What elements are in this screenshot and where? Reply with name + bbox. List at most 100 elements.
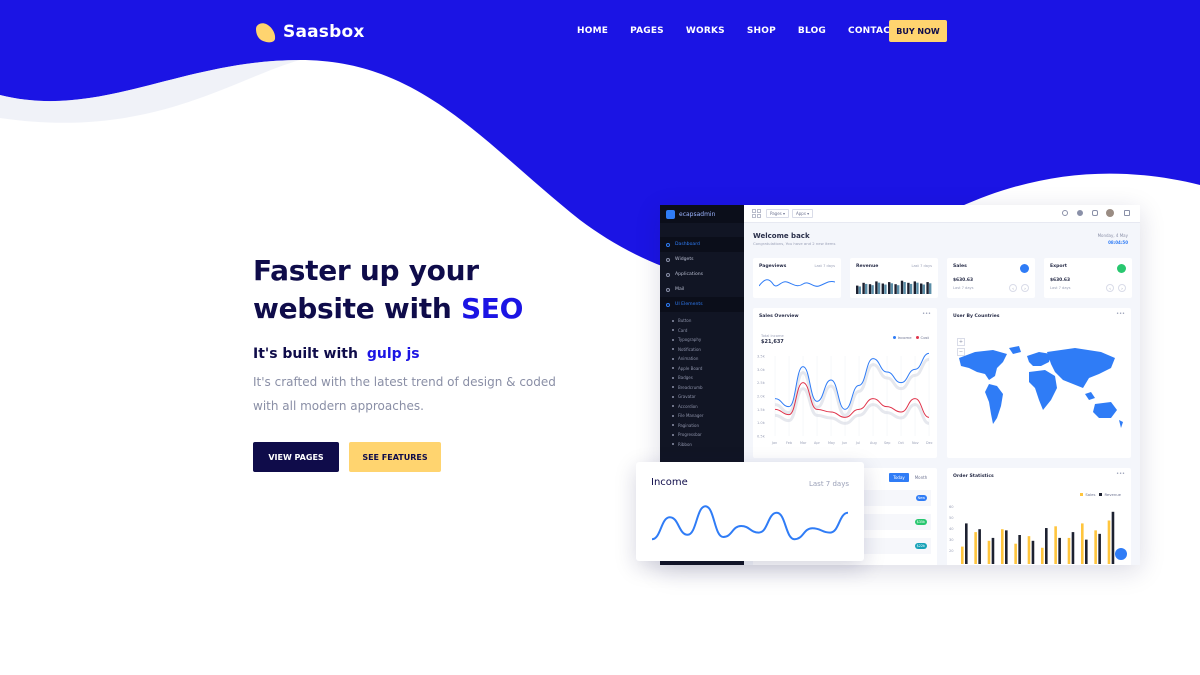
revenue-bar (913, 281, 916, 294)
sidebar-subitem[interactable]: File Manager (660, 411, 744, 421)
sidebar-subitem[interactable]: Badges (660, 373, 744, 383)
revenue-bars (856, 280, 932, 294)
world-map (959, 346, 1123, 428)
nav-pages[interactable]: PAGES (630, 26, 664, 36)
top-navigation: Saasbox HOME PAGES WORKS SHOP BLOG CONTA… (0, 0, 1200, 64)
apps-dropdown[interactable]: Apps ▾ (792, 209, 814, 218)
revenue-bar (862, 282, 865, 294)
sidebar-subitem[interactable]: Progressbar (660, 430, 744, 440)
date-display: Monday, 4 May 08:04:50 (1098, 233, 1128, 245)
card-title: Sales (953, 264, 967, 269)
sidebar-item-widgets[interactable]: Widgets (660, 252, 744, 267)
x-tick-label: Dec (926, 441, 933, 445)
settings-fab-icon[interactable] (1115, 548, 1127, 560)
view-pages-button[interactable]: VIEW PAGES (253, 442, 339, 472)
order-bar-revenue (965, 523, 968, 564)
sidebar-subitem[interactable]: Accordion (660, 402, 744, 412)
sidebar-subitem[interactable]: Button (660, 316, 744, 326)
sidebar-subitem[interactable]: Animation (660, 354, 744, 364)
search-icon[interactable] (1062, 210, 1068, 216)
sidebar-subitem[interactable]: Card (660, 326, 744, 336)
order-bar-revenue (1005, 530, 1008, 564)
hero-subtitle-prefix: It's built with (253, 346, 358, 362)
y-tick-label: 30 (949, 538, 954, 542)
prev-arrow-icon[interactable]: ‹ (1009, 284, 1017, 292)
x-tick-label: Feb (786, 441, 792, 445)
bell-icon[interactable] (1092, 210, 1098, 216)
revenue-bar (877, 282, 881, 294)
revenue-bar (922, 284, 925, 294)
y-tick-label: 0.5k (757, 435, 766, 439)
nav-home[interactable]: HOME (577, 26, 608, 36)
order-legend: Sales Revenue (1080, 492, 1121, 497)
sidebar-subitem[interactable]: Breadcrumb (660, 383, 744, 393)
x-tick-label: Jun (841, 441, 847, 445)
sidebar-subitem[interactable]: Gravatar (660, 392, 744, 402)
see-features-button[interactable]: SEE FEATURES (349, 442, 441, 472)
order-bar-sales (1014, 543, 1017, 564)
next-arrow-icon[interactable]: › (1021, 284, 1029, 292)
order-statistics-chart: 60 50 40 30 20 (949, 505, 1115, 564)
sidebar-item-label: Mail (675, 287, 685, 292)
export-subtitle: Last 7 days (1050, 286, 1071, 290)
x-tick-label: Sep (884, 441, 890, 445)
nav-blog[interactable]: BLOG (798, 26, 826, 36)
sidebar-item-label: Widgets (675, 257, 694, 262)
more-icon[interactable]: ••• (1116, 471, 1125, 477)
revenue-bar (871, 285, 874, 294)
sidebar-item-dashboard[interactable]: Dashboard (660, 237, 744, 252)
nav-works[interactable]: WORKS (686, 26, 725, 36)
sidebar-subitem[interactable]: Notification (660, 345, 744, 355)
sidebar-item-applications[interactable]: Applications (660, 267, 744, 282)
sidebar-subitem[interactable]: Ribbon (660, 440, 744, 450)
dashboard-icon (666, 242, 670, 247)
dashboard-logo-icon (666, 209, 675, 219)
tab-today[interactable]: Today (889, 473, 909, 482)
order-bar-revenue (1031, 540, 1035, 564)
hero-subtitle: It's built with gulp js (253, 346, 613, 362)
hero-title-line1: Faster up your (253, 254, 479, 287)
revenue-bar (916, 282, 919, 294)
pageviews-card[interactable]: Pageviews Last 7 days (753, 258, 841, 298)
pages-dropdown[interactable]: Pages ▾ (766, 209, 790, 218)
income-title: Income (651, 477, 688, 488)
sidebar-item-ui-elements[interactable]: UI Elements (660, 297, 744, 312)
income-legend-dot (892, 336, 896, 339)
sidebar-submenu: Button Card Typography Notification Animatio… (660, 316, 744, 449)
prev-arrow-icon[interactable]: ‹ (1106, 284, 1114, 292)
sidebar-item-mail[interactable]: Mail (660, 282, 744, 297)
next-arrow-icon[interactable]: › (1118, 284, 1126, 292)
more-icon[interactable]: ••• (1116, 311, 1125, 317)
applications-icon (666, 272, 670, 277)
avatar[interactable] (1106, 209, 1114, 217)
order-bar-revenue (1071, 532, 1075, 564)
revenue-card[interactable]: Revenue Last 7 days (850, 258, 938, 298)
language-icon[interactable] (1077, 210, 1083, 216)
settings-icon[interactable] (1124, 210, 1130, 216)
dashboard-topbar: Pages ▾ Apps ▾ (744, 205, 1140, 223)
welcome-subtitle: Congratulations, You have and 2 new item… (753, 241, 836, 246)
export-card[interactable]: Export $630.63 Last 7 days ‹ › (1044, 258, 1132, 298)
sidebar-subitem[interactable]: Apple Board (660, 364, 744, 374)
hero-section: Faster up your website with SEO It's bui… (253, 252, 613, 472)
order-bar-revenue (991, 537, 995, 564)
brand-logo[interactable]: Saasbox (253, 20, 365, 44)
revenue-bar (929, 283, 932, 294)
card-title: Revenue (856, 264, 879, 269)
revenue-bar (926, 282, 929, 294)
nav-shop[interactable]: SHOP (747, 26, 776, 36)
tab-month[interactable]: Month (911, 473, 931, 482)
brand-name: Saasbox (283, 22, 365, 42)
grid-icon[interactable] (752, 209, 761, 218)
x-tick-label: Jan (771, 441, 777, 445)
sales-card[interactable]: Sales $630.63 Last 7 days ‹ › (947, 258, 1035, 298)
legend-cost: Cost (920, 335, 929, 340)
more-icon[interactable]: ••• (922, 311, 931, 317)
y-tick-label: 2.0k (757, 395, 766, 399)
pageviews-sparkline (759, 279, 835, 287)
order-bar-sales (1054, 526, 1057, 564)
order-bar-sales (1107, 520, 1111, 564)
buy-now-button[interactable]: BUY NOW (889, 20, 947, 42)
sidebar-subitem[interactable]: Pagination (660, 421, 744, 431)
sidebar-subitem[interactable]: Typography (660, 335, 744, 345)
